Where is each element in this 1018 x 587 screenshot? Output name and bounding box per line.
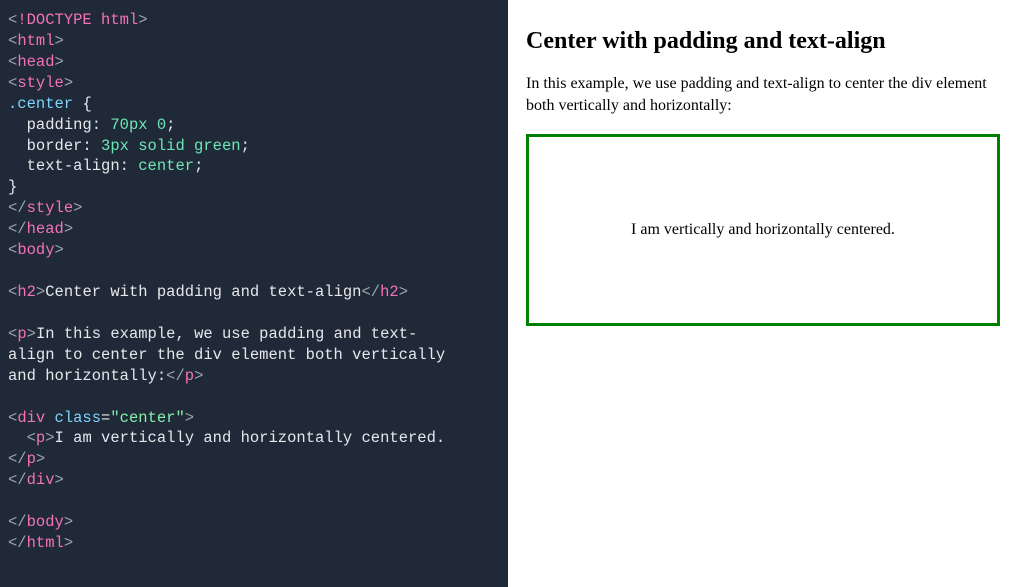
preview-center-box: I am vertically and horizontally centere… bbox=[526, 134, 1000, 326]
preview-pane: Center with padding and text-align In th… bbox=[508, 0, 1018, 587]
preview-box-text: I am vertically and horizontally centere… bbox=[529, 221, 997, 239]
code-prop-text-align: text-align bbox=[27, 157, 120, 175]
code-tag-head-open: head bbox=[17, 53, 54, 71]
code-editor-pane[interactable]: <!DOCTYPE html> <html> <head> <style> .c… bbox=[0, 0, 508, 587]
code-tag-style-open: style bbox=[17, 74, 64, 92]
code-selector: .center bbox=[8, 95, 73, 113]
code-h2-text: Center with padding and text-align bbox=[45, 283, 361, 301]
code-tag-html-open: html bbox=[17, 32, 54, 50]
preview-heading: Center with padding and text-align bbox=[526, 28, 1000, 55]
code-p2-text: I am vertically and horizontally centere… bbox=[55, 429, 446, 447]
code-prop-padding: padding bbox=[27, 116, 92, 134]
code-doctype: !DOCTYPE html bbox=[17, 11, 138, 29]
code-prop-border: border bbox=[27, 137, 83, 155]
preview-intro-text: In this example, we use padding and text… bbox=[526, 73, 1000, 116]
